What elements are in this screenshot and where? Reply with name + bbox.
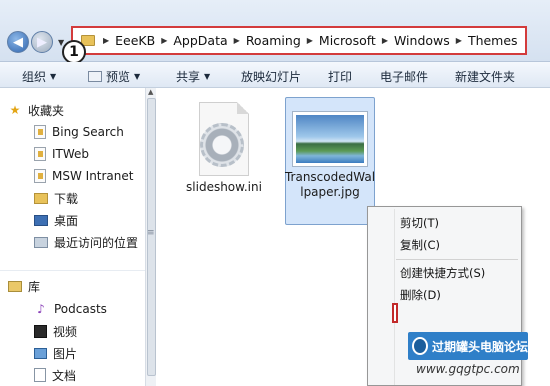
file-item-wallpaper[interactable]: TranscodedWal lpaper.jpg bbox=[285, 97, 375, 225]
print-button[interactable]: 打印 bbox=[328, 68, 352, 85]
sidebar-item-label: 最近访问的位置 bbox=[54, 235, 139, 250]
organize-label: 组织 bbox=[22, 70, 47, 84]
watermark-name: 过期罐头电脑论坛 bbox=[431, 339, 528, 354]
scroll-grip-icon: ≡ bbox=[147, 228, 155, 238]
menu-item-delete[interactable]: 删除(D) bbox=[400, 287, 441, 303]
watermark-url: www.gqgtpc.com bbox=[416, 362, 520, 376]
breadcrumb-eeekb[interactable]: EeeKB bbox=[115, 33, 155, 48]
sidebar-item-documents[interactable]: 文档 bbox=[34, 365, 76, 385]
config-file-icon bbox=[199, 102, 249, 176]
chevron-right-icon[interactable]: ▶ bbox=[307, 36, 313, 45]
preview-icon bbox=[88, 71, 102, 82]
sidebar-item-itweb[interactable]: ITWeb bbox=[34, 144, 89, 164]
preview-label: 预览 bbox=[106, 70, 131, 84]
new-folder-button[interactable]: 新建文件夹 bbox=[455, 68, 515, 85]
file-name: slideshow.ini bbox=[186, 180, 262, 194]
file-name: TranscodedWal lpaper.jpg bbox=[285, 170, 375, 200]
nav-divider bbox=[0, 270, 146, 271]
breadcrumb-windows[interactable]: Windows bbox=[394, 33, 450, 48]
breadcrumb[interactable]: ▶ EeeKB ▶ AppData ▶ Roaming ▶ Microsoft … bbox=[71, 26, 527, 55]
slideshow-button[interactable]: 放映幻灯片 bbox=[241, 68, 301, 85]
sidebar-item-desktop[interactable]: 桌面 bbox=[34, 210, 78, 230]
step-badge: 1 bbox=[62, 40, 86, 64]
menu-separator bbox=[396, 259, 518, 260]
email-button[interactable]: 电子邮件 bbox=[380, 68, 428, 85]
command-toolbar: 组织 ▼ 预览 ▼ 共享 ▼ 放映幻灯片 打印 电子邮件 新建文件夹 bbox=[0, 62, 550, 88]
sidebar-item-label: Podcasts bbox=[54, 302, 107, 316]
scroll-up-icon[interactable]: ▲ bbox=[148, 88, 153, 96]
shortcut-icon bbox=[34, 169, 46, 183]
share-button[interactable]: 共享 ▼ bbox=[176, 68, 210, 85]
sidebar-item-label: 下载 bbox=[54, 191, 79, 206]
video-icon bbox=[34, 324, 47, 338]
menu-gutter bbox=[394, 209, 395, 385]
sidebar-item-label: 桌面 bbox=[54, 213, 79, 228]
forward-arrow-icon: ▶ bbox=[37, 34, 47, 50]
back-arrow-icon: ◀ bbox=[13, 34, 23, 50]
file-item-slideshow[interactable]: slideshow.ini bbox=[179, 102, 269, 195]
menu-item-create-shortcut[interactable]: 创建快捷方式(S) bbox=[400, 265, 485, 281]
recent-places-icon bbox=[34, 236, 48, 248]
file-name-line2: lpaper.jpg bbox=[300, 185, 360, 199]
breadcrumb-themes[interactable]: Themes bbox=[468, 33, 518, 48]
sidebar-item-recent-places[interactable]: 最近访问的位置 bbox=[34, 232, 138, 252]
sidebar-item-label: MSW Intranet bbox=[52, 169, 134, 183]
sidebar-item-msw-intranet[interactable]: MSW Intranet bbox=[34, 166, 133, 186]
file-name-line1: TranscodedWal bbox=[284, 170, 376, 184]
organize-button[interactable]: 组织 ▼ bbox=[22, 68, 56, 85]
library-icon bbox=[8, 280, 22, 292]
chevron-right-icon[interactable]: ▶ bbox=[234, 36, 240, 45]
sidebar-item-label: 库 bbox=[28, 279, 41, 294]
sidebar-item-pictures[interactable]: 图片 bbox=[34, 343, 77, 363]
breadcrumb-roaming[interactable]: Roaming bbox=[246, 33, 301, 48]
sidebar-item-favorites[interactable]: ★ 收藏夹 bbox=[8, 100, 64, 120]
sidebar-item-label: 视频 bbox=[53, 324, 78, 339]
address-bar-area: ◀ ▶ ▼ ▶ EeeKB ▶ AppData ▶ Roaming ▶ Micr… bbox=[0, 0, 550, 64]
desktop-icon bbox=[34, 214, 48, 226]
gear-icon bbox=[200, 123, 244, 167]
shortcut-icon bbox=[34, 125, 46, 139]
sidebar-item-label: 收藏夹 bbox=[28, 103, 65, 118]
navigation-pane: ★ 收藏夹 Bing Search ITWeb MSW Intranet 下载 … bbox=[0, 88, 156, 386]
menu-item-highlight[interactable] bbox=[392, 303, 398, 323]
watermark-banner: 过期罐头电脑论坛 bbox=[408, 332, 528, 360]
image-thumbnail bbox=[293, 112, 367, 166]
chevron-down-icon: ▼ bbox=[134, 72, 141, 81]
sidebar-item-label: Bing Search bbox=[52, 125, 124, 139]
chevron-right-icon[interactable]: ▶ bbox=[456, 36, 462, 45]
sidebar-item-label: 文档 bbox=[52, 368, 77, 383]
chevron-down-icon: ▼ bbox=[204, 72, 211, 81]
chevron-right-icon[interactable]: ▶ bbox=[103, 36, 109, 45]
back-button[interactable]: ◀ bbox=[7, 31, 29, 53]
chevron-down-icon: ▼ bbox=[50, 72, 57, 81]
sidebar-item-libraries[interactable]: 库 bbox=[8, 276, 40, 296]
pictures-icon bbox=[34, 347, 47, 359]
preview-button[interactable]: 预览 ▼ bbox=[88, 68, 140, 85]
breadcrumb-microsoft[interactable]: Microsoft bbox=[319, 33, 376, 48]
shortcut-icon bbox=[34, 147, 46, 161]
page-fold bbox=[237, 102, 249, 114]
chevron-right-icon[interactable]: ▶ bbox=[382, 36, 388, 45]
sidebar-item-podcasts[interactable]: ♪ Podcasts bbox=[34, 299, 107, 319]
documents-icon bbox=[34, 368, 46, 382]
sidebar-item-label: 图片 bbox=[53, 346, 78, 361]
nav-scrollbar[interactable]: ▲ ≡ bbox=[145, 88, 156, 386]
sidebar-item-videos[interactable]: 视频 bbox=[34, 321, 77, 341]
sidebar-item-label: ITWeb bbox=[52, 147, 90, 161]
chevron-right-icon[interactable]: ▶ bbox=[161, 36, 167, 45]
share-label: 共享 bbox=[176, 70, 201, 84]
forum-logo-icon bbox=[412, 337, 428, 355]
sidebar-item-downloads[interactable]: 下载 bbox=[34, 188, 78, 208]
star-icon: ★ bbox=[9, 103, 21, 117]
menu-item-copy[interactable]: 复制(C) bbox=[400, 237, 440, 253]
forward-button[interactable]: ▶ bbox=[31, 31, 53, 53]
sidebar-item-bing-search[interactable]: Bing Search bbox=[34, 122, 124, 142]
breadcrumb-appdata[interactable]: AppData bbox=[173, 33, 227, 48]
podcast-icon: ♪ bbox=[37, 302, 45, 316]
menu-item-cut[interactable]: 剪切(T) bbox=[400, 215, 439, 231]
downloads-folder-icon bbox=[34, 192, 48, 204]
